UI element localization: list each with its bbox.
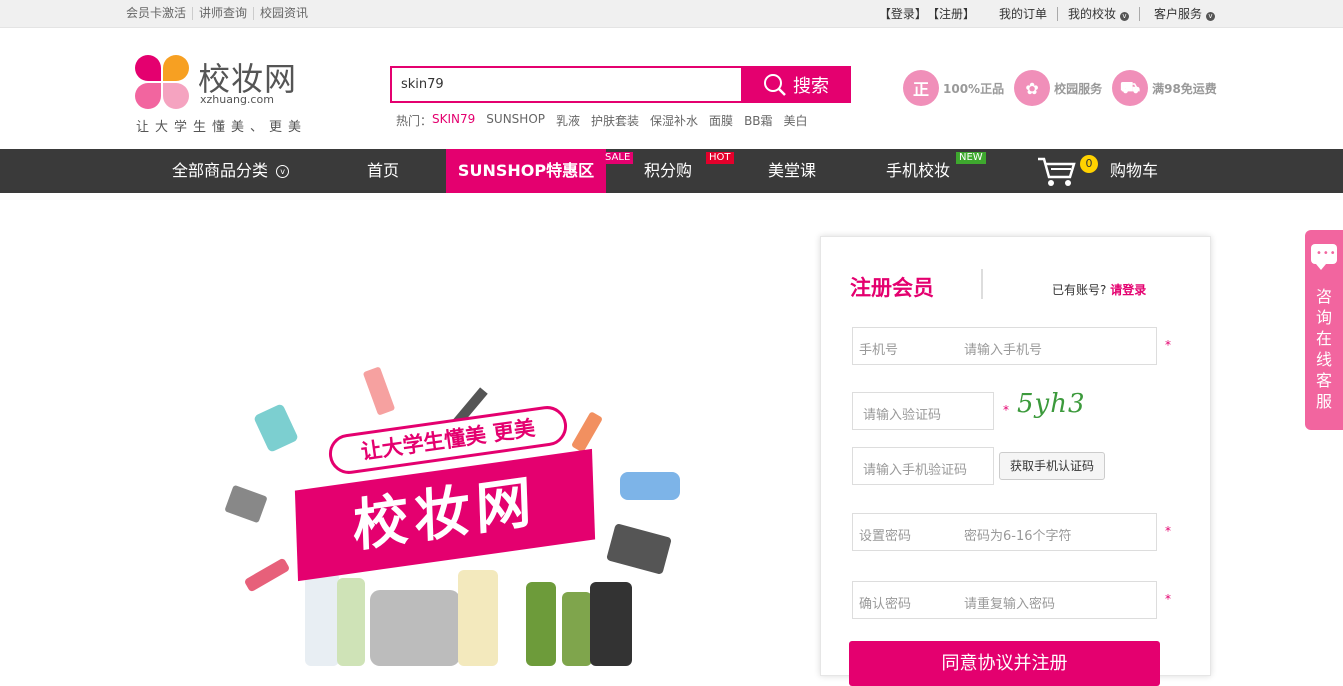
search-bar: 搜索 <box>390 66 852 103</box>
promise-label: 100%正品 <box>943 81 1005 96</box>
nav-home[interactable]: 首页 <box>343 149 423 193</box>
hot-term[interactable]: 面膜 <box>709 112 733 129</box>
have-account-text: 已有账号? 请登录 <box>1052 281 1146 298</box>
nav-cart[interactable]: 0 购物车 <box>1036 149 1166 193</box>
my-orders-link[interactable]: 我的订单 <box>985 7 1057 21</box>
search-icon <box>764 73 786 96</box>
captcha-field[interactable]: 请输入验证码 <box>852 392 994 430</box>
header: 校妆网 xzhuang.com 让大学生懂美、更美 搜索 热门： SKIN79 … <box>0 28 1343 148</box>
member-card-activate-link[interactable]: 会员卡激活 <box>126 7 192 20</box>
sms-placeholder: 请输入手机验证码 <box>863 463 968 478</box>
captcha-placeholder: 请输入验证码 <box>863 408 942 423</box>
chat-bubble-icon: ••• <box>1311 244 1337 270</box>
password-placeholder: 密码为6-16个字符 <box>964 529 1072 544</box>
nav-label: SUNSHOP特惠区 <box>457 161 595 180</box>
chevron-down-icon: v <box>1206 11 1215 21</box>
password-field[interactable]: 设置密码 密码为6-16个字符 <box>852 513 1157 551</box>
divider <box>981 269 983 299</box>
campus-news-link[interactable]: 校园资讯 <box>253 7 314 20</box>
search-input[interactable] <box>390 66 742 103</box>
nav-label: 全部商品分类 <box>172 161 269 180</box>
register-panel: 注册会员 已有账号? 请登录 手机号 请输入手机号 * 请输入验证码 * 5yh… <box>820 236 1211 686</box>
promise-free-shipping: ⛟ 满98免运费 <box>1112 70 1217 106</box>
nav-label: 手机校妆 <box>885 161 950 180</box>
phone-placeholder: 请输入手机号 <box>964 343 1043 358</box>
cart-icon <box>1038 157 1076 186</box>
login-link[interactable]: 【登录】 <box>869 7 927 21</box>
captcha-image[interactable]: 5yh3 <box>1017 389 1086 419</box>
hot-term[interactable]: SUNSHOP <box>486 112 545 129</box>
search-button[interactable]: 搜索 <box>741 66 851 103</box>
nav-all-categories[interactable]: 全部商品分类 v <box>172 149 292 193</box>
phone-label: 手机号 <box>859 343 899 358</box>
chevron-down-icon: v <box>1119 11 1129 21</box>
hot-badge: HOT <box>706 152 734 164</box>
online-service-tab[interactable]: ••• 咨询在线客服 <box>1305 230 1343 430</box>
required-star: * <box>1165 338 1171 352</box>
nav-beauty-class[interactable]: 美堂课 <box>752 149 832 193</box>
nav-mobile[interactable]: 手机校妆 NEW <box>878 149 986 193</box>
sms-code-field[interactable]: 请输入手机验证码 <box>852 447 994 485</box>
top-bar: 会员卡激活 讲师查询 校园资讯 【登录】 【注册】 我的订单 我的校妆 v 客户服… <box>0 0 1343 28</box>
nav-label: 购物车 <box>1110 161 1159 180</box>
hot-search-terms: 热门： SKIN79 SUNSHOP 乳液 护肤套装 保湿补水 面膜 BB霜 美… <box>396 112 819 129</box>
hero-banner: 让大学生懂美 更美 校妆网 <box>200 320 700 666</box>
service-promises: 正 100%正品 ✿ 校园服务 ⛟ 满98免运费 <box>903 70 1227 106</box>
have-account-label: 已有账号? <box>1052 283 1107 297</box>
customer-service-menu[interactable]: 客户服务 v <box>1140 6 1215 21</box>
flower-logo-icon <box>134 52 190 109</box>
brand-domain: xzhuang.com <box>200 93 274 106</box>
site-logo[interactable]: 校妆网 xzhuang.com 让大学生懂美、更美 <box>134 52 314 162</box>
search-button-label: 搜索 <box>793 75 829 97</box>
brand-slogan: 让大学生懂美、更美 <box>136 120 308 135</box>
truck-icon: ⛟ <box>1112 70 1149 106</box>
chevron-down-icon: v <box>276 165 290 178</box>
instructor-query-link[interactable]: 讲师查询 <box>192 7 253 20</box>
hot-term[interactable]: 乳液 <box>556 112 580 129</box>
password-label: 设置密码 <box>859 529 912 544</box>
new-badge: NEW <box>956 152 986 164</box>
main-nav: 全部商品分类 v 首页 SUNSHOP特惠区 SALE 积分购 HOT 美堂课 … <box>0 149 1343 193</box>
confirm-password-field[interactable]: 确认密码 请重复输入密码 <box>852 581 1157 619</box>
required-star: * <box>1165 592 1171 606</box>
promise-genuine: 正 100%正品 <box>903 70 1004 106</box>
genuine-icon: 正 <box>903 70 939 106</box>
required-star: * <box>1165 524 1171 538</box>
my-campus-menu[interactable]: 我的校妆 v <box>1058 6 1139 21</box>
hot-term[interactable]: SKIN79 <box>432 112 475 129</box>
top-links: 会员卡激活 讲师查询 校园资讯 <box>126 7 314 20</box>
confirm-label: 确认密码 <box>859 597 912 612</box>
hot-term[interactable]: 护肤套装 <box>591 112 639 129</box>
hot-term[interactable]: 保湿补水 <box>650 112 698 129</box>
register-link[interactable]: 【注册】 <box>927 7 985 21</box>
promise-label: 满98免运费 <box>1152 81 1217 96</box>
hot-label: 热门： <box>396 114 433 128</box>
nav-sunshop[interactable]: SUNSHOP特惠区 SALE <box>446 149 634 193</box>
get-sms-code-button[interactable]: 获取手机认证码 <box>999 452 1105 480</box>
service-label: 咨询在线客服 <box>1315 287 1332 411</box>
promise-campus-service: ✿ 校园服务 <box>1014 70 1102 106</box>
register-title: 注册会员 <box>850 276 934 300</box>
my-campus-label: 我的校妆 <box>1067 6 1116 21</box>
login-link[interactable]: 请登录 <box>1110 283 1146 297</box>
hot-term[interactable]: 美白 <box>784 112 808 129</box>
nav-points-shop[interactable]: 积分购 HOT <box>628 149 734 193</box>
account-links: 【登录】 【注册】 我的订单 我的校妆 v 客户服务 v <box>869 7 1215 21</box>
promise-label: 校园服务 <box>1054 81 1103 96</box>
hot-term[interactable]: BB霜 <box>744 112 772 129</box>
confirm-placeholder: 请重复输入密码 <box>964 597 1056 612</box>
nav-label: 积分购 <box>643 161 692 180</box>
required-star: * <box>1003 403 1009 417</box>
phone-field[interactable]: 手机号 请输入手机号 <box>852 327 1157 365</box>
gift-hands-icon: ✿ <box>1014 70 1051 106</box>
customer-service-label: 客户服务 <box>1153 6 1202 21</box>
cart-count-badge: 0 <box>1080 155 1098 173</box>
register-submit-button[interactable]: 同意协议并注册 <box>849 641 1160 686</box>
